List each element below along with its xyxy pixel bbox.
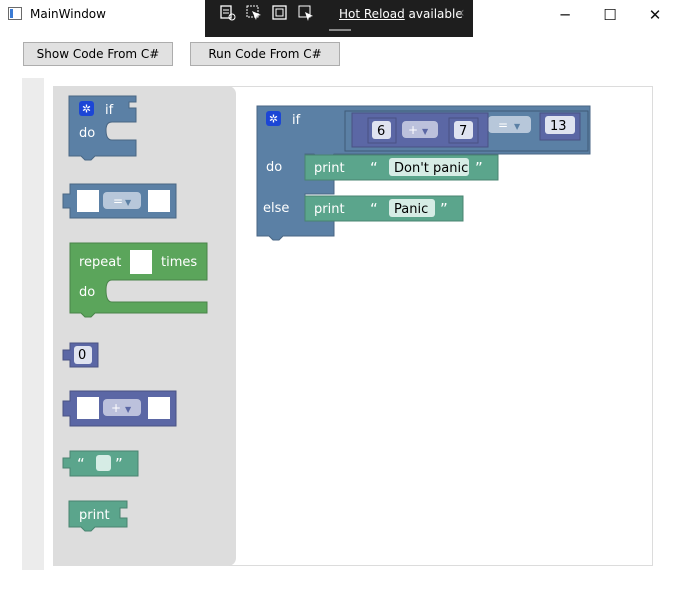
- workspace-do-text: Don't panic: [394, 161, 468, 176]
- workspace-else-print-label: print: [314, 202, 345, 217]
- chevron-down-icon: ▼: [514, 122, 521, 131]
- open-quote: “: [77, 455, 85, 473]
- workspace-else-label: else: [263, 201, 289, 216]
- toolbox-number-block[interactable]: 0: [62, 342, 99, 368]
- text-value-field[interactable]: [96, 455, 111, 471]
- toolbox-print-block[interactable]: print: [68, 500, 128, 532]
- workspace-do-open-quote: “: [370, 159, 378, 177]
- arith-left-slot[interactable]: [77, 397, 99, 419]
- workspace-if-label: if: [292, 113, 301, 128]
- workspace-do-close-quote: ”: [475, 159, 483, 177]
- workspace-do-print-block[interactable]: print “ Don't panic ”: [304, 154, 499, 181]
- close-quote: ”: [115, 455, 123, 473]
- chevron-down-icon: ▼: [125, 405, 132, 414]
- workspace-compare-value-block[interactable]: 13: [539, 112, 581, 141]
- repeat-label: repeat: [79, 255, 121, 270]
- number-value[interactable]: 0: [78, 348, 86, 363]
- compare-operator: =: [113, 194, 123, 208]
- arith-operator: +: [111, 401, 121, 415]
- chevron-down-icon: ▼: [422, 127, 429, 136]
- arith-operator-dropdown[interactable]: [103, 399, 141, 416]
- workspace-compare-dropdown[interactable]: [488, 116, 531, 133]
- workspace-else-print-block[interactable]: print “ Panic ”: [304, 195, 464, 222]
- toolbox-compare-block[interactable]: = ▼: [62, 183, 177, 219]
- toolbox-do-label: do: [79, 126, 95, 141]
- repeat-do-label: do: [79, 285, 95, 300]
- svg-text:✲: ✲: [82, 103, 91, 116]
- workspace-arith-operator: +: [408, 123, 418, 137]
- workspace-right-number: 7: [459, 124, 467, 139]
- svg-text:✲: ✲: [269, 113, 278, 126]
- workspace-do-print-label: print: [314, 161, 345, 176]
- workspace-else-close-quote: ”: [440, 200, 448, 218]
- chevron-down-icon: ▼: [125, 198, 132, 207]
- blocks-canvas: ✲ if do = ▼ repeat times do 0 + ▼ “ ” pr…: [62, 95, 591, 532]
- workspace-arith-block[interactable]: 6 + ▼ 7: [351, 112, 489, 148]
- workspace-else-open-quote: “: [370, 200, 378, 218]
- compare-right-slot[interactable]: [148, 190, 170, 212]
- workspace-else-text: Panic: [394, 202, 428, 217]
- times-label: times: [161, 255, 197, 270]
- workspace-do-label: do: [266, 160, 282, 175]
- print-label: print: [79, 508, 110, 523]
- workspace-compare-value: 13: [550, 119, 567, 134]
- repeat-times-slot[interactable]: [130, 250, 152, 274]
- compare-left-slot[interactable]: [77, 190, 99, 212]
- toolbox-if-label: if: [105, 103, 114, 118]
- toolbox-text-block[interactable]: “ ”: [62, 450, 139, 477]
- toolbox-repeat-block[interactable]: repeat times do: [69, 242, 208, 318]
- workspace-left-number: 6: [377, 124, 385, 139]
- arith-right-slot[interactable]: [148, 397, 170, 419]
- toolbox-if-block[interactable]: ✲ if do: [68, 95, 137, 161]
- workspace-compare-operator: =: [498, 118, 508, 132]
- toolbox-arithmetic-block[interactable]: + ▼: [62, 390, 177, 427]
